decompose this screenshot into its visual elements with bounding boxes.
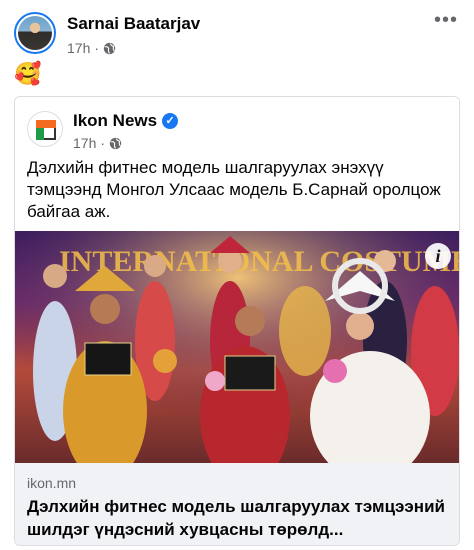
link-domain: ikon.mn [27, 475, 77, 491]
photo-banner-text: INTERNATIONAL COSTUME [59, 245, 460, 278]
shared-post-text: Дэлхийн фитнес модель шалгаруулах энэхүү… [27, 158, 441, 221]
pageant-photo-illustration: INTERNATIONAL COSTUME [15, 231, 460, 463]
shared-meta: 17h · [73, 135, 122, 151]
post-time[interactable]: 17h [67, 40, 90, 56]
verified-badge-icon: ✓ [162, 113, 179, 129]
info-icon[interactable]: i [425, 243, 451, 269]
more-options-icon[interactable]: ••• [434, 10, 458, 30]
shared-post-header: Ikon News ✓ 17h · Дэлхийн фитнес модель … [15, 97, 459, 232]
post-emoji: 🥰 [14, 61, 42, 86]
avatar-photo [18, 16, 52, 50]
shared-separator: · [100, 135, 106, 151]
post-photo[interactable]: INTERNATIONAL COSTUME i [15, 231, 460, 463]
page-name-label: Ikon News [73, 111, 158, 130]
link-title[interactable]: Дэлхийн фитнес модель шалгаруулах тэмцээ… [27, 495, 447, 541]
post-header: Sarnai Baatarjav 17h · ••• [12, 10, 462, 58]
globe-icon[interactable] [109, 137, 122, 150]
page-name[interactable]: Ikon News ✓ [73, 111, 179, 131]
post-meta: 17h · [67, 40, 116, 56]
shared-time[interactable]: 17h [73, 135, 96, 151]
link-preview[interactable]: ikon.mn Дэлхийн фитнес модель шалгаруула… [15, 463, 459, 545]
author-name[interactable]: Sarnai Baatarjav [67, 14, 200, 34]
globe-icon[interactable] [103, 42, 116, 55]
shared-post-card[interactable]: Ikon News ✓ 17h · Дэлхийн фитнес модель … [14, 96, 460, 546]
ikon-news-logo[interactable] [27, 111, 63, 147]
avatar[interactable] [14, 12, 56, 54]
meta-separator: · [94, 40, 100, 56]
